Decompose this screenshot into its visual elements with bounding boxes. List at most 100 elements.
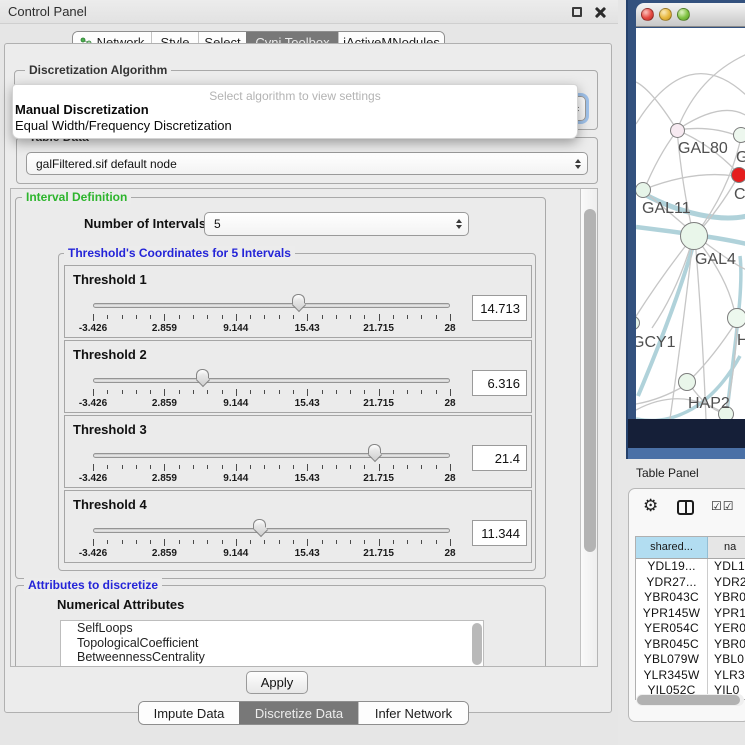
group-label: Discretization Algorithm bbox=[25, 63, 171, 77]
combobox-arrows-icon bbox=[456, 219, 462, 229]
apply-button[interactable]: Apply bbox=[246, 671, 308, 694]
combobox-arrows-icon bbox=[575, 159, 581, 169]
cell-shared-name: YDR27... bbox=[636, 575, 708, 591]
scale-label: 9.144 bbox=[223, 473, 248, 484]
node-table: shared... na YDL19...YDL1YDR27...YDR2YBR… bbox=[635, 536, 745, 700]
column-header-name[interactable]: na bbox=[708, 537, 745, 558]
slider-handle[interactable] bbox=[253, 519, 266, 530]
checkbox-icon: ☑ bbox=[723, 499, 735, 513]
slider-ticks bbox=[93, 539, 450, 547]
cytoscape-desktop: GAL80GCGAL11GAL4HGCY1HAP2 bbox=[626, 0, 745, 459]
node-label: GAL80 bbox=[678, 140, 728, 158]
slider-track[interactable] bbox=[93, 528, 450, 533]
cell-shared-name: YLR345W bbox=[636, 668, 708, 684]
num-intervals-value: 5 bbox=[214, 217, 221, 231]
tab-impute-data[interactable]: Impute Data bbox=[139, 702, 239, 724]
scale-label: 21.715 bbox=[363, 323, 394, 334]
network-canvas[interactable]: GAL80GCGAL11GAL4HGCY1HAP2 bbox=[636, 28, 745, 419]
threshold-label: Threshold 3 bbox=[73, 422, 147, 437]
numerical-attributes-list[interactable]: SelfLoopsTopologicalCoefficientBetweenne… bbox=[60, 620, 484, 667]
menu-item-manual-discretization[interactable]: Manual Discretization bbox=[15, 102, 149, 117]
slider-scale: -3.4262.8599.14415.4321.71528 bbox=[93, 398, 450, 410]
scale-label: 21.715 bbox=[363, 548, 394, 559]
slider-scale: -3.4262.8599.14415.4321.71528 bbox=[93, 473, 450, 485]
numerical-attributes-label: Numerical Attributes bbox=[57, 597, 184, 612]
scrollbar-thumb[interactable] bbox=[637, 695, 740, 705]
slider-track[interactable] bbox=[93, 453, 450, 458]
cell-shared-name: YBL079W bbox=[636, 652, 708, 668]
threshold-value-box[interactable]: 14.713 bbox=[472, 295, 527, 321]
slider-scale: -3.4262.8599.14415.4321.71528 bbox=[93, 323, 450, 335]
scrollbar-thumb[interactable] bbox=[584, 209, 596, 552]
scale-label: 15.43 bbox=[295, 548, 320, 559]
slider-track[interactable] bbox=[93, 303, 450, 308]
table-panel: Table Panel ⚙ ☑☑ shared... na YDL19...YD… bbox=[618, 459, 745, 745]
node-label: GAL4 bbox=[695, 251, 736, 269]
table-rows: YDL19...YDL1YDR27...YDR2YBR043CYBR0YPR14… bbox=[636, 559, 745, 699]
scale-label: 15.43 bbox=[295, 398, 320, 409]
cell-name: YBL0 bbox=[708, 652, 745, 668]
tab-label: Infer Network bbox=[375, 706, 452, 721]
algorithm-dropdown-popup: Select algorithm to view settings Manual… bbox=[12, 84, 578, 139]
threshold-value-box[interactable]: 6.316 bbox=[472, 370, 527, 396]
scale-label: 28 bbox=[444, 473, 455, 484]
table-row[interactable]: YBR045CYBR0 bbox=[636, 637, 745, 653]
table-row[interactable]: YDR27...YDR2 bbox=[636, 575, 745, 591]
close-traffic-light-icon[interactable] bbox=[641, 8, 654, 21]
thresholds-group: Threshold's Coordinates for 5 Intervals … bbox=[58, 253, 536, 571]
cell-name: YER0 bbox=[708, 621, 745, 637]
cell-name: YDR2 bbox=[708, 575, 745, 591]
list-item[interactable]: TopologicalCoefficient bbox=[61, 636, 483, 651]
table-row[interactable]: YER054CYER0 bbox=[636, 621, 745, 637]
list-item[interactable]: BetweennessCentrality bbox=[61, 650, 483, 665]
horizontal-scrollbar[interactable] bbox=[636, 694, 744, 706]
split-columns-icon[interactable] bbox=[677, 500, 694, 515]
list-item[interactable]: SelfLoops bbox=[61, 621, 483, 636]
network-node[interactable] bbox=[678, 373, 696, 391]
minimize-traffic-light-icon[interactable] bbox=[659, 8, 672, 21]
threshold-value-box[interactable]: 21.4 bbox=[472, 445, 527, 471]
cell-shared-name: YDL19... bbox=[636, 559, 708, 575]
cell-name: YDL1 bbox=[708, 559, 745, 575]
slider-track[interactable] bbox=[93, 378, 450, 383]
vertical-scrollbar[interactable] bbox=[580, 189, 598, 667]
zoom-traffic-light-icon[interactable] bbox=[677, 8, 690, 21]
slider-handle[interactable] bbox=[196, 369, 209, 380]
num-intervals-label: Number of Intervals bbox=[84, 216, 206, 231]
tab-infer-network[interactable]: Infer Network bbox=[358, 702, 468, 724]
menu-item-equal-width-frequency[interactable]: Equal Width/Frequency Discretization bbox=[15, 118, 232, 133]
slider-scale: -3.4262.8599.14415.4321.71528 bbox=[93, 548, 450, 560]
table-row[interactable]: YDL19...YDL1 bbox=[636, 559, 745, 575]
scale-label: 21.715 bbox=[363, 473, 394, 484]
cell-name: YLR3 bbox=[708, 668, 745, 684]
network-node[interactable] bbox=[670, 123, 685, 138]
network-node[interactable] bbox=[733, 127, 745, 143]
table-data-combobox[interactable]: galFiltered.sif default node bbox=[26, 152, 588, 175]
slider-ticks bbox=[93, 389, 450, 397]
network-node[interactable] bbox=[727, 308, 745, 328]
node-label: H bbox=[737, 332, 745, 350]
tab-discretize-data[interactable]: Discretize Data bbox=[239, 702, 358, 724]
network-node[interactable] bbox=[731, 167, 745, 183]
table-row[interactable]: YLR345WYLR3 bbox=[636, 668, 745, 684]
table-row[interactable]: YBR043CYBR0 bbox=[636, 590, 745, 606]
num-intervals-combobox[interactable]: 5 bbox=[204, 212, 469, 236]
threshold-value-box[interactable]: 11.344 bbox=[472, 520, 527, 546]
gear-icon[interactable]: ⚙ bbox=[643, 496, 658, 516]
network-window-titlebar bbox=[636, 3, 745, 27]
tab-label: Impute Data bbox=[154, 706, 225, 721]
slider-handle[interactable] bbox=[292, 294, 305, 305]
slider-handle[interactable] bbox=[368, 444, 381, 455]
threshold-panel: Threshold 4 -3.4262.8599.14415.4321.7152… bbox=[64, 490, 532, 563]
float-window-icon[interactable] bbox=[572, 7, 582, 17]
column-header-shared-name[interactable]: shared... bbox=[636, 537, 708, 558]
checkbox-icon: ☑ bbox=[711, 499, 723, 513]
network-node[interactable] bbox=[680, 222, 708, 250]
list-scrollbar-thumb[interactable] bbox=[472, 623, 482, 665]
control-panel-titlebar: Control Panel bbox=[0, 0, 618, 24]
table-row[interactable]: YPR145WYPR1 bbox=[636, 606, 745, 622]
checkbox-icons[interactable]: ☑☑ bbox=[711, 499, 735, 513]
table-data-value: galFiltered.sif default node bbox=[36, 157, 177, 171]
close-icon[interactable] bbox=[595, 7, 606, 18]
table-row[interactable]: YBL079WYBL0 bbox=[636, 652, 745, 668]
